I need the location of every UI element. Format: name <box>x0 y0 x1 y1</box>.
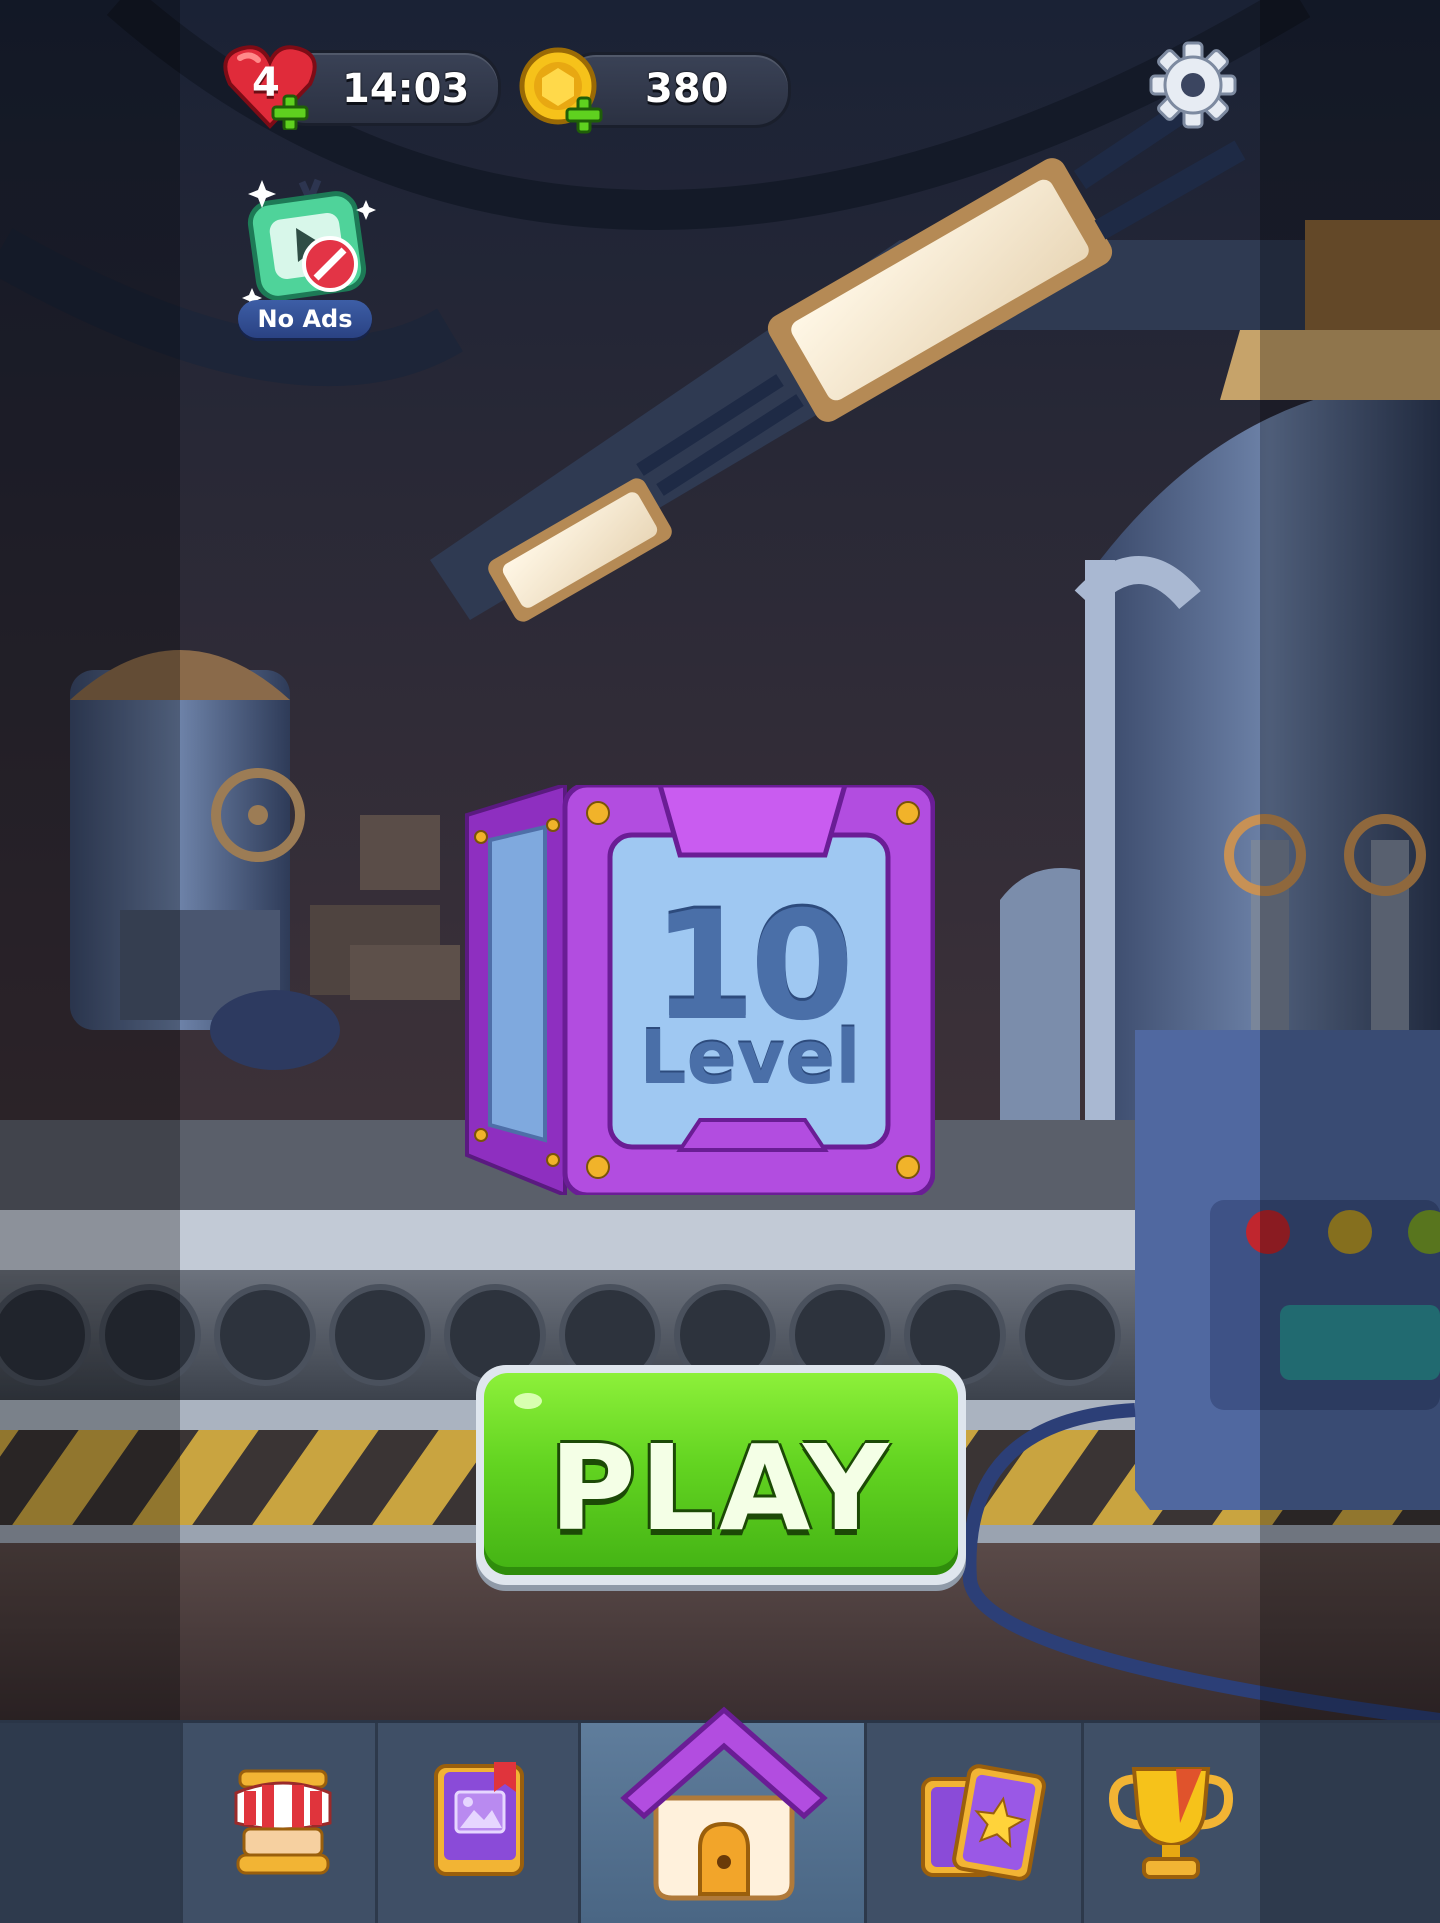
left-shade <box>0 0 180 1720</box>
tab-shop[interactable] <box>180 1723 378 1923</box>
bottom-nav <box>0 1706 1440 1923</box>
level-label: Level <box>639 1015 861 1101</box>
coin-plus-icon[interactable] <box>518 46 610 136</box>
lives-timer: 14:03 <box>342 66 470 112</box>
lives-count: 4 <box>252 60 280 106</box>
shop-icon <box>234 1769 332 1875</box>
trophy-icon <box>1108 1767 1234 1879</box>
play-shine <box>514 1393 542 1409</box>
play-button[interactable]: PLAY <box>476 1365 966 1585</box>
tab-leaderboard[interactable] <box>1081 1723 1263 1923</box>
nav-right-edge <box>1260 1723 1440 1923</box>
coins-count: 380 <box>645 66 729 112</box>
tab-album[interactable] <box>375 1723 581 1923</box>
no-ads-label[interactable]: No Ads <box>238 300 372 338</box>
picture-book-icon <box>434 1762 524 1876</box>
tab-cards[interactable] <box>864 1723 1084 1923</box>
tab-home[interactable] <box>578 1706 867 1923</box>
play-button-face[interactable]: PLAY <box>484 1373 958 1575</box>
gear-icon[interactable] <box>1148 40 1238 130</box>
house-icon <box>620 1706 828 1901</box>
star-cards-icon <box>921 1764 1046 1881</box>
nav-left-edge <box>0 1723 180 1923</box>
right-shade <box>1260 0 1440 1720</box>
play-label: PLAY <box>549 1419 893 1557</box>
